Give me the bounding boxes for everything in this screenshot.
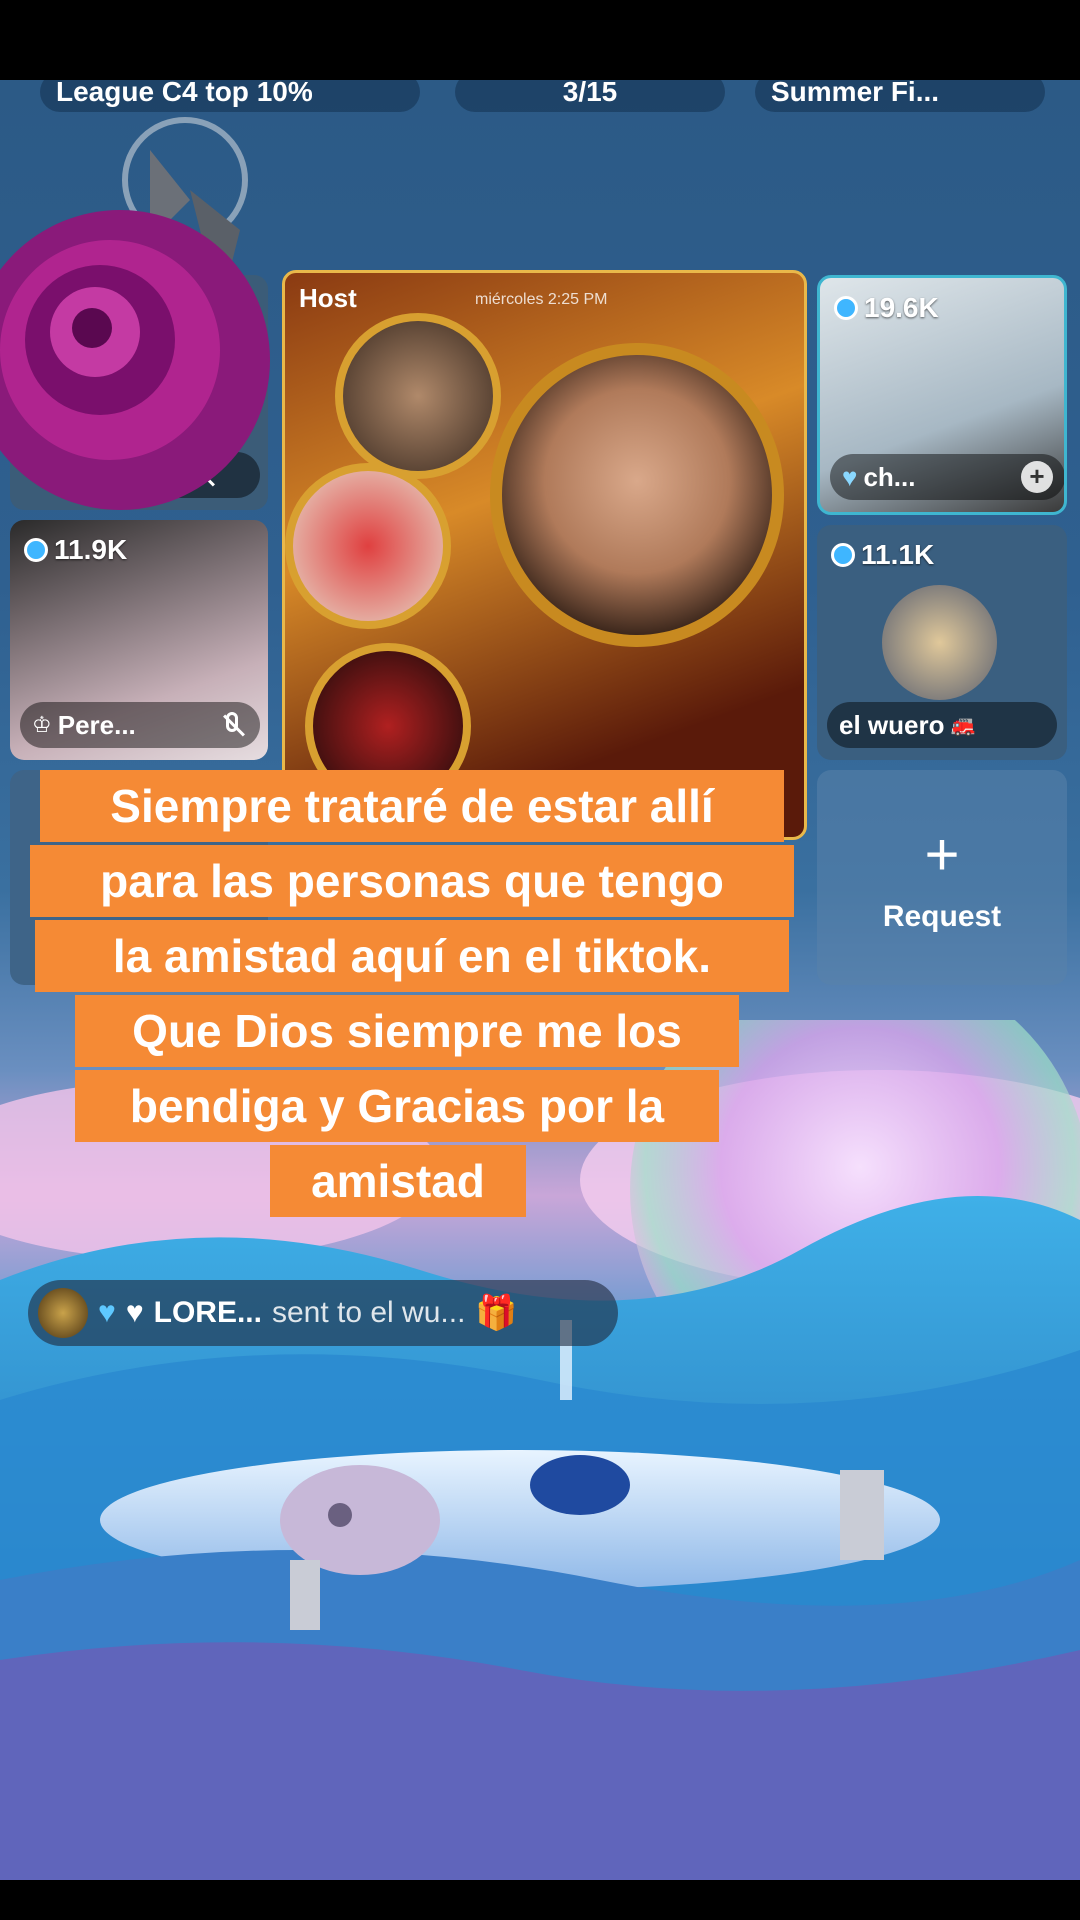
coin-icon — [24, 538, 48, 562]
gift-sender: LORE... — [153, 1296, 262, 1329]
guest-score: 11.1K — [831, 539, 934, 571]
truck-icon: 🚒 — [950, 714, 976, 737]
guest-name: Pere... — [57, 709, 136, 740]
sender-avatar — [38, 1288, 88, 1338]
gift-icon: 🎁 — [475, 1294, 518, 1332]
guest-score-value: 11.9K — [54, 534, 128, 565]
host-label: Host — [299, 283, 357, 313]
guest-score-value: 19.6K — [864, 292, 939, 323]
rank-pill[interactable]: 3/15 — [455, 80, 725, 112]
caption-line: para las personas que tengo — [30, 845, 794, 917]
guest-name: el wuero — [839, 709, 945, 740]
guest-tile-mid-left[interactable]: 11.9K ♔ Pere... — [10, 520, 268, 760]
guest-namebar: ♔ Pere... — [20, 702, 260, 748]
request-label: Request — [882, 900, 1002, 933]
white-heart-icon: ♥ — [125, 1296, 144, 1329]
caption-line: la amistad aquí en el tiktok. — [35, 920, 789, 992]
gift-text: sent to el wu... — [271, 1296, 466, 1329]
caption-line: Siempre trataré de estar allí — [40, 770, 784, 842]
guest-avatar — [882, 585, 997, 700]
heart-icon: ♥ — [842, 461, 858, 492]
guest-namebar: ♥ ch... + — [830, 454, 1064, 500]
event-text: Summer Fi... — [771, 80, 940, 107]
host-date: miércoles 2:25 PM — [475, 291, 608, 308]
gift-notification-banner: ♥ ♥ LORE... sent to el wu... 🎁 — [28, 1280, 618, 1346]
guest-namebar: el wuero 🚒 — [827, 702, 1057, 748]
rose-sticker — [0, 117, 270, 510]
caption-line: Que Dios siempre me los — [75, 995, 739, 1067]
plus-icon: + — [924, 821, 960, 888]
live-stream-screen: League C4 top 10% 3/15 Summer Fi... ... … — [0, 80, 1080, 1880]
guest-score: 19.6K — [834, 292, 939, 324]
event-pill[interactable]: Summer Fi... — [755, 80, 1045, 112]
fantasy-landscape-background — [0, 1020, 1080, 1880]
mic-muted-icon — [218, 710, 248, 740]
coin-icon — [834, 296, 858, 320]
rank-text: 3/15 — [562, 80, 618, 107]
caption-line: amistad — [270, 1145, 526, 1217]
blue-heart-icon: ♥ — [98, 1296, 116, 1329]
host-tile[interactable]: Host miércoles 2:25 PM — [282, 270, 807, 840]
guest-avatar-circle — [285, 463, 451, 629]
crown-icon: ♔ — [32, 712, 52, 737]
follow-plus-button[interactable]: + — [1021, 461, 1053, 493]
request-tile[interactable]: + Request — [817, 770, 1067, 985]
host-video — [490, 343, 784, 647]
caption-line: bendiga y Gracias por la — [75, 1070, 719, 1142]
league-text: League C4 top 10% — [56, 80, 313, 107]
guest-score-value: 11.1K — [861, 539, 935, 570]
coin-icon — [831, 543, 855, 567]
guest-name: ch... — [863, 461, 916, 492]
guest-score: 11.9K — [24, 534, 127, 566]
guest-avatar-circle — [335, 313, 501, 479]
league-pill[interactable]: League C4 top 10% — [40, 80, 420, 112]
guest-tile-top-right[interactable]: 19.6K ♥ ch... + — [817, 275, 1067, 515]
guest-tile-mid-right[interactable]: 11.1K el wuero 🚒 — [817, 525, 1067, 760]
